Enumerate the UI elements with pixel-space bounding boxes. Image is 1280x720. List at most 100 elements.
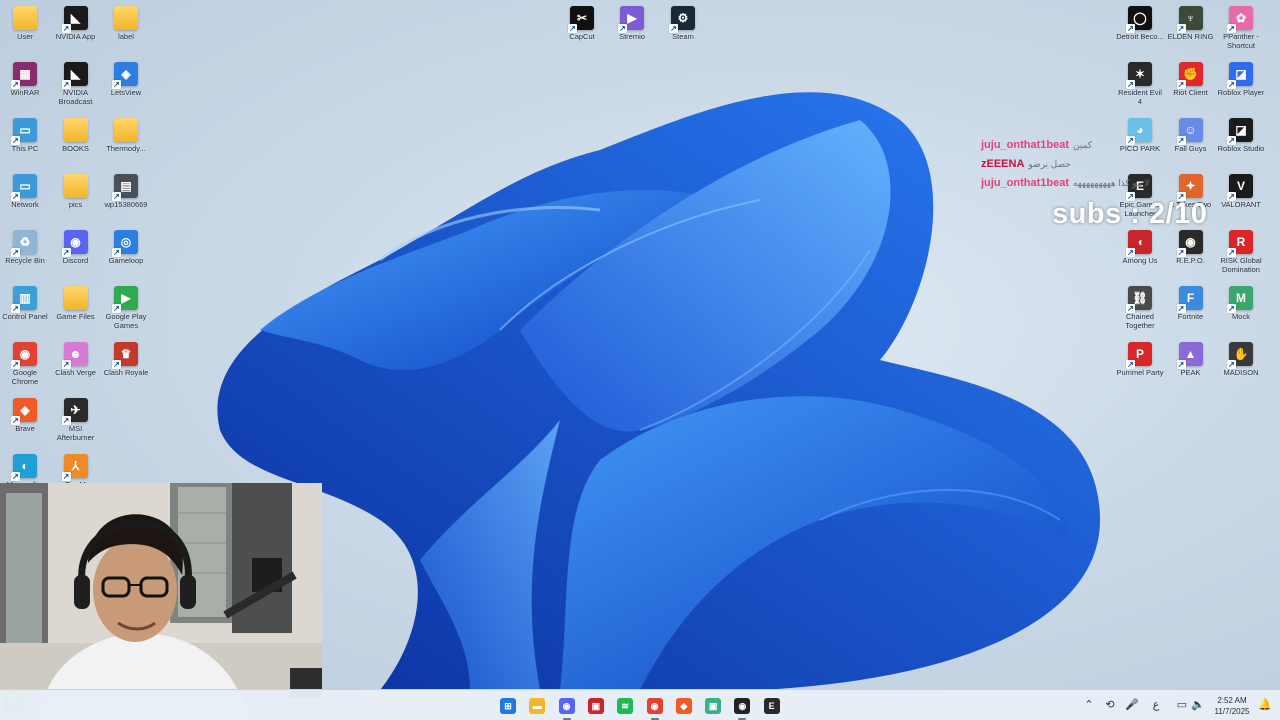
tray-volume-icon[interactable]: 🔈 xyxy=(1190,698,1206,711)
desktop-icon-folder[interactable]: BOOKS xyxy=(51,114,101,153)
desktop-icon-monitor[interactable]: ▭This PC xyxy=(0,114,50,153)
folder-icon xyxy=(114,6,138,30)
tray-overflow-chevron[interactable]: ⌃ xyxy=(1081,698,1097,711)
network-icon: ▭ xyxy=(11,174,37,201)
desktop-icon-ppanther[interactable]: ✿PPanther - Shortcut xyxy=(1216,2,1266,50)
taskbar-obs-video[interactable]: ▣ xyxy=(584,694,608,718)
tray-sync-icon[interactable]: ⟲ xyxy=(1102,698,1118,711)
fall-guys-icon: ☺ xyxy=(1176,118,1203,145)
desktop-icon-resident-evil[interactable]: ✶Resident Evil 4 xyxy=(1115,58,1165,106)
desktop-icon-image-file[interactable]: ▤wp15380669 xyxy=(101,170,151,209)
desktop-icon-discord[interactable]: ◉Discord xyxy=(51,226,101,265)
desktop-icon-label: Resident Evil 4 xyxy=(1118,88,1162,106)
desktop-icon-control-panel[interactable]: ▥Control Panel xyxy=(0,282,50,321)
desktop-icon-elden-ring[interactable]: ♆ELDEN RING xyxy=(1166,2,1216,41)
desktop-icon-label: MADISON xyxy=(1223,368,1259,377)
desktop-icon-mock[interactable]: MMock xyxy=(1216,282,1266,321)
clash-royale-icon: ♛ xyxy=(112,342,138,369)
desktop-icon-nvidia[interactable]: ◣NVIDIA App xyxy=(51,2,101,41)
taskbar-spotify[interactable]: ≋ xyxy=(613,694,637,718)
epic-games-icon: E xyxy=(763,698,780,714)
chat-text: حصل برضو xyxy=(1028,159,1071,169)
taskbar-obs[interactable]: ◉ xyxy=(730,694,754,720)
desktop-icon-fortnite[interactable]: FFortnite xyxy=(1166,282,1216,321)
desktop-icon-capcut[interactable]: ✂CapCut xyxy=(557,2,607,41)
desktop-icon-folder[interactable]: pics xyxy=(51,170,101,209)
desktop-icon-steam[interactable]: ⚙Steam xyxy=(658,2,708,41)
taskbar-brave[interactable]: ◆ xyxy=(672,694,696,718)
desktop-icon-label: label xyxy=(118,32,134,41)
nvidia-icon: ◣ xyxy=(61,6,88,33)
desktop-icon-recycle-bin[interactable]: ♻Recycle Bin xyxy=(0,226,50,265)
tray-network-icon[interactable]: ▭ xyxy=(1174,698,1190,711)
control-panel-icon: ▥ xyxy=(11,286,37,313)
desktop-icon-roblox[interactable]: ◪Roblox Player xyxy=(1216,58,1266,97)
desktop-icon-nvidia-broadcast[interactable]: ◣NVIDIA Broadcast xyxy=(51,58,101,106)
desktop-icon-chrome[interactable]: ◉Google Chrome xyxy=(0,338,50,386)
pummel-party-icon: P xyxy=(1126,342,1152,369)
desktop-icon-label: Game Files xyxy=(56,312,95,321)
desktop-icon-label: NVIDIA Broadcast xyxy=(58,88,93,106)
desktop-icon-folder[interactable]: Game Files xyxy=(51,282,101,321)
discord-icon: ◉ xyxy=(61,230,88,257)
subs-goal-counter: subs : 2/10 xyxy=(1052,198,1208,230)
fivem-icon: ⅄ xyxy=(61,454,88,481)
taskbar-android[interactable]: ▣ xyxy=(701,694,725,718)
tray-language-indicator[interactable]: ع xyxy=(1148,698,1164,711)
taskbar-file-explorer[interactable]: ▬ xyxy=(525,694,549,718)
desktop-icon-label: Among Us xyxy=(1122,256,1158,265)
desktop-icon-gameloop[interactable]: ◎Gameloop xyxy=(101,226,151,265)
elden-ring-icon: ♆ xyxy=(1176,6,1203,33)
desktop-icon-clash-verge[interactable]: ☻Clash Verge xyxy=(51,338,101,377)
desktop-icon-label: Pummel Party xyxy=(1116,368,1164,377)
desktop-icon-fall-guys[interactable]: ☺Fall Guys xyxy=(1166,114,1216,153)
desktop-icon-peak[interactable]: ▲PEAK xyxy=(1166,338,1216,377)
pico-park-icon: ◕ xyxy=(1126,118,1152,145)
desktop-icon-repo[interactable]: ◉R.E.P.O. xyxy=(1166,226,1216,265)
desktop-icon-clash-royale[interactable]: ♛Clash Royale xyxy=(101,338,151,377)
desktop-icon-folder[interactable]: label xyxy=(101,2,151,41)
peak-icon: ▲ xyxy=(1176,342,1203,369)
desktop-icon-winrar[interactable]: ▦WinRAR xyxy=(0,58,50,97)
ppanther-icon: ✿ xyxy=(1227,6,1253,33)
taskbar-epic-games[interactable]: E xyxy=(760,694,784,718)
chained-together-icon: ⛓ xyxy=(1126,286,1152,313)
desktop-icon-roblox-studio[interactable]: ◪Roblox Studio xyxy=(1216,114,1266,153)
desktop-icon-riot-client[interactable]: ✊Riot Client xyxy=(1166,58,1216,97)
desktop-icon-label: Stremio xyxy=(619,32,645,41)
desktop-icon-label: LetsView xyxy=(110,88,142,97)
taskbar-clock[interactable]: 2:52 AM 11/7/2025 xyxy=(1210,695,1254,717)
notification-bell-icon[interactable]: 🔔 xyxy=(1257,698,1273,711)
desktop-icon-folder[interactable]: Thermody... xyxy=(101,114,151,153)
desktop-icon-stremio[interactable]: ▶Stremio xyxy=(607,2,657,41)
taskbar-discord[interactable]: ◉ xyxy=(555,694,579,720)
desktop-icon-label: wp15380669 xyxy=(104,200,148,209)
desktop-icon-label: CapCut xyxy=(569,32,595,41)
desktop-icon-chained-together[interactable]: ⛓Chained Together xyxy=(1115,282,1165,330)
desktop-icon-folder[interactable]: User xyxy=(0,2,50,41)
desktop-icon-risk[interactable]: RRISK Global Domination xyxy=(1216,226,1266,274)
desktop-icon-madison[interactable]: ✋MADISON xyxy=(1216,338,1266,377)
desktop-icon-letsview[interactable]: ◈LetsView xyxy=(101,58,151,97)
steam-icon: ⚙ xyxy=(669,6,695,33)
tray-mic-icon[interactable]: 🎤 xyxy=(1124,698,1140,711)
desktop-icon-google-play-games[interactable]: ▶Google Play Games xyxy=(101,282,151,330)
desktop-icon-msi-afterburner[interactable]: ✈MSI Afterburner xyxy=(51,394,101,442)
image-file-icon: ▤ xyxy=(112,174,138,201)
among-us-icon: ◖ xyxy=(1126,230,1152,257)
desktop-icon-brave[interactable]: ◆Brave xyxy=(0,394,50,433)
desktop-icon-network[interactable]: ▭Network xyxy=(0,170,50,209)
desktop-icon-valorant[interactable]: VVALORANT xyxy=(1216,170,1266,209)
desktop-icon-label: Discord xyxy=(62,256,89,265)
desktop-icon-label: Roblox Studio xyxy=(1217,144,1265,153)
desktop-icon-detroit[interactable]: ◯Detroit Beco... xyxy=(1115,2,1165,41)
google-play-games-icon: ▶ xyxy=(112,286,138,313)
desktop-icon-among-us[interactable]: ◖Among Us xyxy=(1115,226,1165,265)
start-button[interactable]: ⊞ xyxy=(496,694,520,718)
desktop-icon-pummel-party[interactable]: PPummel Party xyxy=(1115,338,1165,377)
webcam-person-image xyxy=(0,483,322,720)
folder-icon xyxy=(63,286,88,310)
taskbar-chrome[interactable]: ◉ xyxy=(643,694,667,720)
desktop-icon-label: VALORANT xyxy=(1221,200,1261,209)
folder-icon xyxy=(63,174,88,198)
